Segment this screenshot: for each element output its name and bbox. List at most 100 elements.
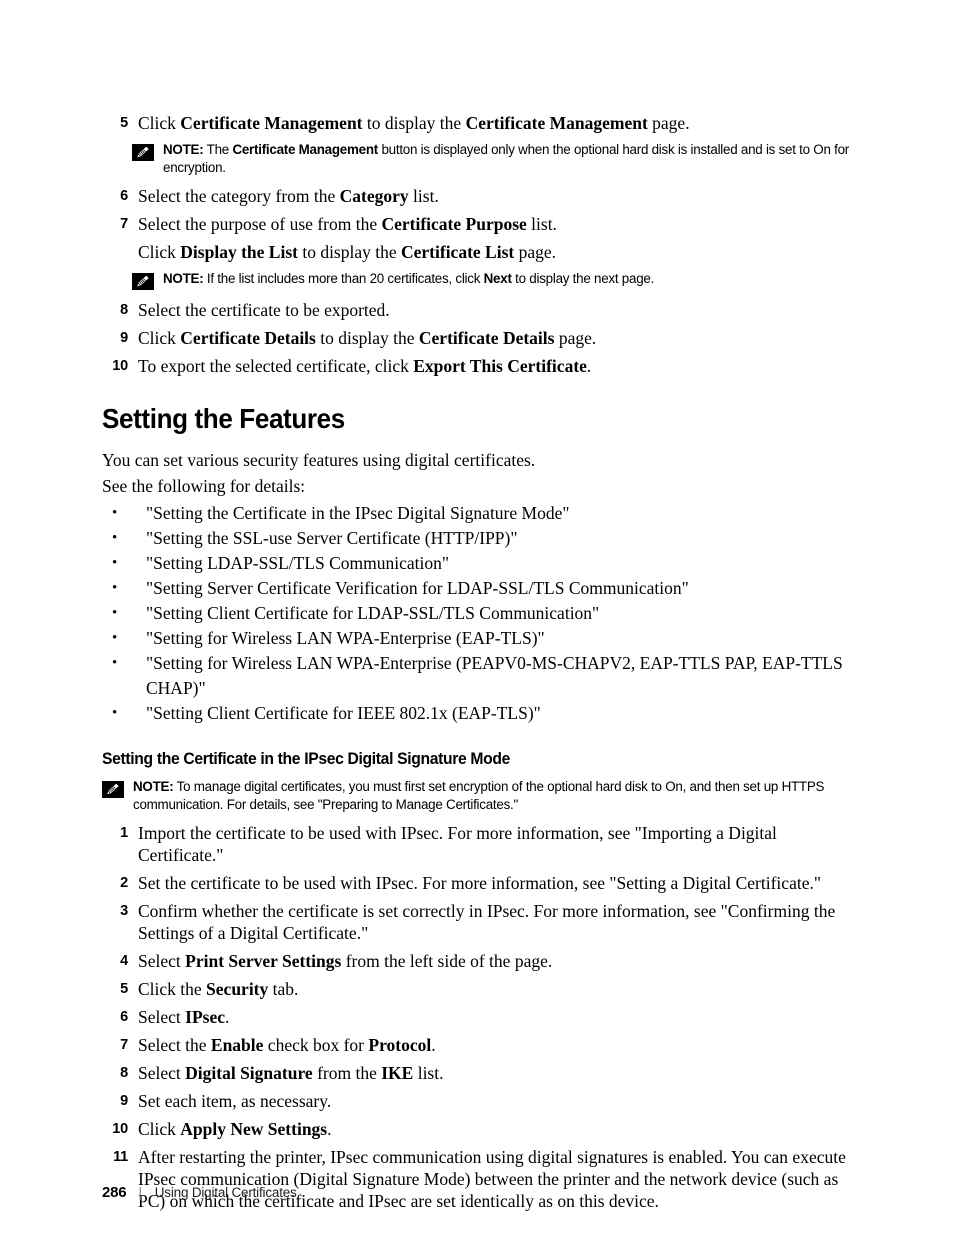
step-text: Select the category from the Category li… <box>138 186 439 206</box>
footer-separator: | <box>138 1185 142 1200</box>
bullet-icon: • <box>112 630 118 646</box>
list-item: 10 Click Apply New Settings. <box>102 1118 862 1140</box>
step-text: Set the certificate to be used with IPse… <box>138 873 821 893</box>
step-number: 10 <box>112 358 128 374</box>
note-text: NOTE: If the list includes more than 20 … <box>163 270 862 288</box>
step-number: 7 <box>120 216 128 232</box>
step-text: After restarting the printer, IPsec comm… <box>138 1147 846 1211</box>
step-text: Click Certificate Details to display the… <box>138 328 597 348</box>
step-text: Select Digital Signature from the IKE li… <box>138 1063 444 1083</box>
list-item: 10 To export the selected certificate, c… <box>102 355 862 377</box>
note-text: NOTE: To manage digital certificates, yo… <box>133 778 862 813</box>
step-number: 6 <box>120 1009 128 1025</box>
note-label: NOTE: <box>163 271 204 286</box>
bullet-icon: • <box>112 555 118 571</box>
step-text: To export the selected certificate, clic… <box>138 356 592 376</box>
step-text: Confirm whether the certificate is set c… <box>138 901 836 943</box>
step-number: 9 <box>120 1093 128 1109</box>
step-number: 10 <box>112 1121 128 1137</box>
step-text: Select the certificate to be exported. <box>138 300 390 320</box>
note-body-text: If the list includes more than 20 certif… <box>203 271 655 286</box>
note-label: NOTE: <box>163 142 204 157</box>
step-text-main: Select the purpose of use from the Certi… <box>138 214 557 234</box>
list-item: • "Setting for Wireless LAN WPA-Enterpri… <box>102 626 862 651</box>
feature-link-label: "Setting the SSL-use Server Certificate … <box>146 528 518 548</box>
step-text: Select the Enable check box for Protocol… <box>138 1035 436 1055</box>
list-item: • "Setting for Wireless LAN WPA-Enterpri… <box>102 651 862 701</box>
feature-link-label: "Setting for Wireless LAN WPA-Enterprise… <box>146 628 545 648</box>
bullet-icon: • <box>112 605 118 621</box>
step-number: 6 <box>120 188 128 204</box>
note-callout: NOTE: If the list includes more than 20 … <box>102 270 862 290</box>
list-item: 4 Select Print Server Settings from the … <box>102 950 862 972</box>
list-item: 9 Set each item, as necessary. <box>102 1090 862 1112</box>
page-footer: 286 | Using Digital Certificates <box>102 1184 297 1201</box>
list-item: 7 Select the Enable check box for Protoc… <box>102 1034 862 1056</box>
list-item: 6 Select the category from the Category … <box>102 185 862 207</box>
step-number: 4 <box>120 953 128 969</box>
intro-paragraph-2: See the following for details: <box>102 476 306 496</box>
section-heading: Setting the Certificate in the IPsec Dig… <box>102 750 511 768</box>
step-text: Click the Security tab. <box>138 979 299 999</box>
note-body-text: The Certificate Management button is dis… <box>163 142 850 175</box>
list-item: • "Setting Server Certificate Verificati… <box>102 576 862 601</box>
intro-paragraph-1: You can set various security features us… <box>102 450 536 470</box>
list-item: • "Setting Client Certificate for LDAP-S… <box>102 601 862 626</box>
note-label: NOTE: <box>133 779 174 794</box>
list-item: • "Setting the Certificate in the IPsec … <box>102 501 862 526</box>
note-text: NOTE: The Certificate Management button … <box>163 141 862 176</box>
feature-link-label: "Setting LDAP-SSL/TLS Communication" <box>146 553 450 573</box>
bullet-icon: • <box>112 705 118 721</box>
page-title: Setting the Features <box>102 403 345 434</box>
note-body-text: To manage digital certificates, you must… <box>133 779 825 812</box>
step-text: Set each item, as necessary. <box>138 1091 332 1111</box>
feature-link-list: • "Setting the Certificate in the IPsec … <box>102 501 862 726</box>
feature-link-label: "Setting the Certificate in the IPsec Di… <box>146 503 570 523</box>
list-item: 8 Select the certificate to be exported. <box>102 299 862 321</box>
step-number: 2 <box>120 875 128 891</box>
bullet-icon: • <box>112 530 118 546</box>
page-content: 5 Click Certificate Management to displa… <box>102 112 862 1218</box>
feature-link-label: "Setting Client Certificate for LDAP-SSL… <box>146 603 600 623</box>
step-number: 1 <box>120 825 128 841</box>
list-item: 9 Click Certificate Details to display t… <box>102 327 862 349</box>
bullet-icon: • <box>112 580 118 596</box>
step-text: Import the certificate to be used with I… <box>138 823 777 865</box>
list-item: • "Setting the SSL-use Server Certificat… <box>102 526 862 551</box>
list-item: 3 Confirm whether the certificate is set… <box>102 900 862 944</box>
footer-chapter-title: Using Digital Certificates <box>154 1185 297 1200</box>
list-item: 11 After restarting the printer, IPsec c… <box>102 1146 862 1212</box>
footer-page-number: 286 <box>102 1184 127 1201</box>
step-text: Select IPsec. <box>138 1007 230 1027</box>
step-number: 9 <box>120 330 128 346</box>
note-callout: NOTE: To manage digital certificates, yo… <box>102 778 862 813</box>
note-pencil-icon <box>102 781 124 798</box>
step-number: 3 <box>120 903 128 919</box>
step-text-sub: Click Display the List to display the Ce… <box>138 242 557 262</box>
list-item: 8 Select Digital Signature from the IKE … <box>102 1062 862 1084</box>
document-page: 5 Click Certificate Management to displa… <box>0 0 954 1235</box>
list-item: 1 Import the certificate to be used with… <box>102 822 862 866</box>
step-text: Click Certificate Management to display … <box>138 113 690 133</box>
list-item: 6 Select IPsec. <box>102 1006 862 1028</box>
step-number: 11 <box>113 1149 128 1165</box>
feature-link-label: "Setting Server Certificate Verification… <box>146 578 689 598</box>
feature-link-label: "Setting Client Certificate for IEEE 802… <box>146 703 541 723</box>
step-number: 7 <box>120 1037 128 1053</box>
step-number: 8 <box>120 1065 128 1081</box>
step-text: Select the purpose of use from the Certi… <box>138 213 862 263</box>
bullet-icon: • <box>112 655 118 671</box>
step-text: Click Apply New Settings. <box>138 1119 332 1139</box>
list-item: • "Setting Client Certificate for IEEE 8… <box>102 701 862 726</box>
list-item: • "Setting LDAP-SSL/TLS Communication" <box>102 551 862 576</box>
step-number: 5 <box>120 981 128 997</box>
list-item: 5 Click Certificate Management to displa… <box>102 112 862 134</box>
bullet-icon: • <box>112 505 118 521</box>
feature-link-label: "Setting for Wireless LAN WPA-Enterprise… <box>146 653 843 698</box>
step-number: 8 <box>120 302 128 318</box>
step-text: Select Print Server Settings from the le… <box>138 951 553 971</box>
list-item: 2 Set the certificate to be used with IP… <box>102 872 862 894</box>
note-pencil-icon <box>132 273 154 290</box>
list-item: 7 Select the purpose of use from the Cer… <box>102 213 862 263</box>
note-pencil-icon <box>132 144 154 161</box>
